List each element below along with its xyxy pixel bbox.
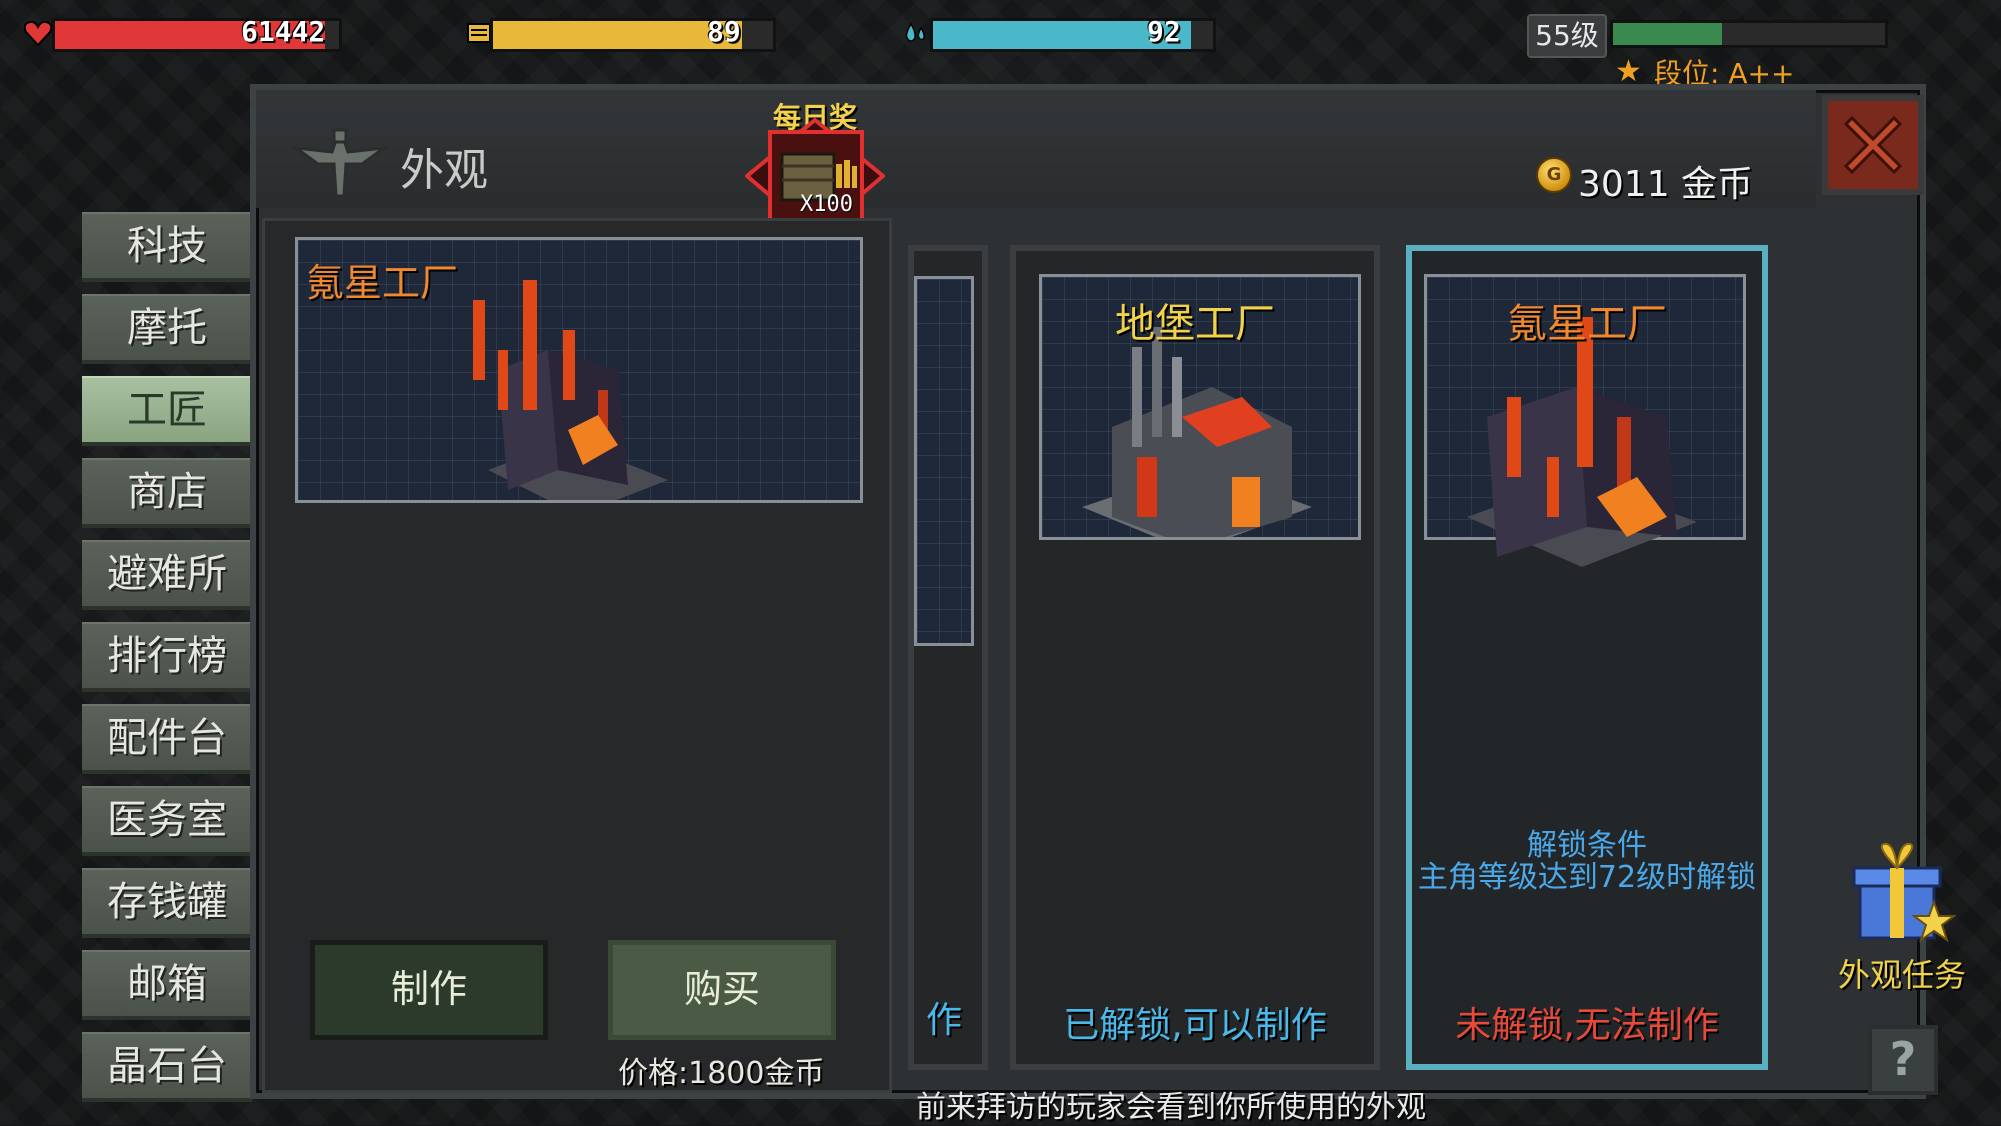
heart-icon — [23, 20, 53, 53]
unlock-condition-text: 主角等级达到72级时解锁 — [1417, 860, 1757, 895]
xp-bar-fill — [1613, 23, 1722, 45]
unlock-condition-title: 解锁条件 — [1527, 828, 1647, 863]
gold-coin-icon: G — [1536, 157, 1572, 193]
sidebar-item[interactable]: 邮箱 — [82, 950, 252, 1020]
daily-reward-count: X100 — [800, 192, 853, 217]
coin-balance: 3011 金币 — [1578, 164, 1754, 205]
bunker-factory-status: 已解锁,可以制作 — [1063, 1005, 1327, 1046]
sidebar-item[interactable]: 摩托 — [82, 294, 252, 364]
card-partial[interactable]: 作 — [908, 245, 988, 1070]
make-button[interactable]: 制作 — [310, 940, 548, 1040]
card-partial-status: 作 — [925, 1000, 962, 1041]
krypton-factory-status: 未解锁,无法制作 — [1455, 1005, 1719, 1046]
food-bar: 89 — [490, 15, 776, 52]
sidebar-item[interactable]: 科技 — [82, 212, 252, 282]
water-icon — [902, 20, 928, 53]
food-bar-fill — [493, 21, 743, 49]
health-value: 61442 — [241, 15, 326, 48]
sidebar-item[interactable]: 避难所 — [82, 540, 252, 610]
sidebar-item[interactable]: 商店 — [82, 458, 252, 528]
water-bar: 92 — [930, 15, 1216, 52]
card-bunker-factory[interactable]: 地堡工厂 已解锁,可以制作 — [1010, 245, 1380, 1070]
help-button[interactable]: ? — [1868, 1025, 1938, 1095]
appearance-quest-label[interactable]: 外观任务 — [1838, 950, 1966, 996]
water-value: 92 — [1147, 15, 1181, 48]
card-krypton-factory[interactable]: 氪星工厂 未解锁,无法制作 — [1406, 245, 1768, 1070]
sidebar-item[interactable]: 排行榜 — [82, 622, 252, 692]
gift-box-icon[interactable] — [1846, 840, 1957, 950]
close-button[interactable] — [1822, 95, 1924, 195]
card-partial-frame — [914, 276, 974, 646]
sidebar-item[interactable]: 医务室 — [82, 786, 252, 856]
price-label: 价格:1800金币 — [618, 1056, 825, 1091]
krypton-factory-title: 氪星工厂 — [1507, 301, 1667, 347]
health-bar: 61442 — [52, 15, 342, 52]
sidebar-item[interactable]: 工匠 — [82, 376, 252, 446]
panel-title: 外观 — [400, 145, 488, 196]
food-icon — [466, 20, 492, 53]
player-level-badge: 55级 — [1527, 14, 1607, 58]
bunker-factory-title: 地堡工厂 — [1115, 301, 1275, 347]
footer-hint: 前来拜访的玩家会看到你所使用的外观 — [916, 1090, 1426, 1125]
sidebar-item[interactable]: 存钱罐 — [82, 868, 252, 938]
sidebar-item[interactable]: 配件台 — [82, 704, 252, 774]
sidebar-item[interactable]: 晶石台 — [82, 1032, 252, 1102]
preview-name: 氪星工厂 — [306, 261, 459, 305]
buy-button[interactable]: 购买 — [608, 940, 836, 1040]
appearance-emblem-icon — [290, 118, 390, 202]
food-value: 89 — [707, 15, 741, 48]
close-icon — [1843, 115, 1903, 175]
xp-bar — [1610, 20, 1888, 48]
